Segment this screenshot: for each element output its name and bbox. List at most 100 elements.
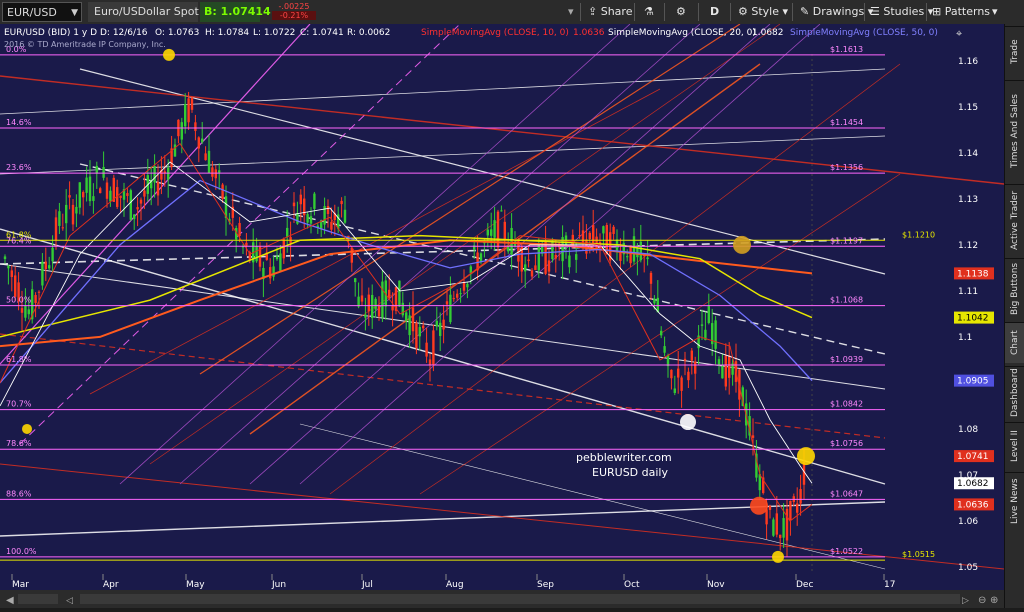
- candle-body: [660, 330, 663, 336]
- candle-body: [700, 324, 704, 326]
- scroll-forward-icon[interactable]: ▷: [962, 596, 969, 606]
- flask-icon[interactable]: ⚗: [644, 2, 654, 22]
- candle-body: [619, 252, 622, 261]
- candle-body: [367, 294, 370, 312]
- highlight-marker: [750, 496, 768, 515]
- sidebar-tab-dashboard[interactable]: Dashboard: [1005, 366, 1024, 419]
- sma-orange-line: [0, 239, 813, 348]
- candle-body: [578, 235, 581, 237]
- symbol-selector[interactable]: EUR/USD ▼: [2, 2, 82, 22]
- price-tag-label: 1.1042: [957, 314, 989, 324]
- candle-body: [360, 295, 364, 302]
- zoom-out-icon[interactable]: ⊖: [978, 595, 986, 606]
- x-tick-label: Aug: [446, 580, 464, 590]
- candle-body: [143, 190, 146, 197]
- candle-body: [663, 346, 666, 353]
- candle-body: [452, 298, 455, 300]
- candle-body: [459, 293, 462, 295]
- sidebar-tab-level-ii[interactable]: Level II: [1005, 422, 1024, 469]
- x-tick-label: Apr: [103, 580, 119, 590]
- price-tag-label: 1.0741: [957, 452, 989, 462]
- sidebar-tab-chart[interactable]: Chart: [1005, 322, 1024, 363]
- candle-body: [486, 229, 489, 236]
- candle-body: [530, 270, 534, 277]
- sidebar-tab-trade[interactable]: Trade: [1005, 26, 1024, 77]
- candle-body: [493, 220, 496, 238]
- chart-plot-area[interactable]: 0.0% $1.1613 14.6% $1.1454 23.6% $1.1356 61.8%…: [0, 23, 1005, 590]
- candle-body: [391, 305, 394, 311]
- candle-body: [180, 122, 183, 140]
- fib-pct-label: 23.6%: [6, 163, 32, 172]
- x-tick-label: Dec: [796, 580, 813, 590]
- candle-body: [95, 165, 98, 174]
- candle-body: [279, 253, 282, 272]
- x-tick-label: 17: [884, 580, 895, 590]
- style-icon: ⚙: [738, 5, 748, 18]
- y-tick-label: 1.05: [958, 563, 978, 573]
- candle-body: [105, 182, 109, 199]
- candle-body: [330, 221, 333, 230]
- candle-body: [14, 275, 17, 297]
- candle-body: [435, 320, 438, 327]
- candle-body: [503, 221, 506, 241]
- chevron-down-icon[interactable]: ▾: [992, 2, 998, 22]
- fib-value-label: $1.1068: [830, 296, 863, 305]
- highlight-marker: [680, 414, 696, 431]
- candle-body: [37, 291, 41, 293]
- candle-body: [41, 261, 44, 286]
- candle-body: [629, 245, 632, 264]
- axis-settings-icon[interactable]: ⌖: [956, 27, 962, 40]
- sidebar-tab-times-and-sales[interactable]: Times And Sales: [1005, 80, 1024, 181]
- bid-price: B: 1.07414: [200, 2, 271, 22]
- candle-body: [313, 193, 316, 209]
- top-toolbar: EUR/USD ▼ Euro/USDollar Spot B: 1.07414 …: [0, 0, 1024, 25]
- share-button[interactable]: ⇪ Share: [588, 2, 632, 22]
- trendline: [0, 68, 886, 115]
- ohlc-high: H: 1.0784: [205, 28, 249, 38]
- studies-label: Studies: [883, 5, 925, 18]
- patterns-button[interactable]: ⊞ Patterns: [932, 2, 990, 22]
- candle-body: [500, 210, 503, 212]
- copyright-text: 2016 © TD Ameritrade IP Company, Inc.: [4, 40, 166, 49]
- candle-body: [51, 247, 54, 262]
- scroll-track-segment[interactable]: [18, 594, 58, 604]
- candle-body: [537, 244, 540, 271]
- scrollbar-thumb[interactable]: [80, 594, 960, 604]
- sidebar-tab-active-trader[interactable]: Active Trader: [1005, 184, 1024, 255]
- candle-body: [775, 513, 778, 535]
- candle-body: [683, 358, 687, 361]
- candle-body: [799, 489, 802, 504]
- candle-body: [61, 227, 64, 229]
- candle-body: [408, 315, 411, 336]
- pencil-icon: ✎: [800, 5, 810, 18]
- candle-body: [432, 330, 435, 366]
- x-tick-label: Nov: [707, 580, 725, 590]
- fib-pct-label: 88.6%: [6, 489, 32, 498]
- gear-icon[interactable]: ⚙: [676, 2, 686, 22]
- zoom-in-icon[interactable]: ⊕: [990, 595, 998, 606]
- scroll-left-icon[interactable]: ◀: [6, 595, 14, 606]
- candle-body: [626, 256, 629, 258]
- style-button[interactable]: ⚙ Style ▾: [738, 2, 788, 22]
- candle-body: [58, 211, 61, 226]
- sidebar-tab-big-buttons[interactable]: Big Buttons: [1005, 258, 1024, 319]
- y-tick-label: 1.16: [958, 57, 978, 67]
- candle-body: [694, 361, 697, 374]
- scroll-back-icon[interactable]: ◁: [66, 596, 73, 606]
- studies-button[interactable]: ☰ Studies ▾: [870, 2, 933, 22]
- period-selector[interactable]: D: [710, 2, 719, 22]
- trendline: [0, 333, 886, 439]
- sidebar-tab-live-news[interactable]: Live News: [1005, 472, 1024, 529]
- candle-body: [133, 214, 136, 219]
- time-scrollbar[interactable]: ◀ ◁ ▷ ⊖ ⊕: [0, 590, 1004, 608]
- drawings-button[interactable]: ✎ Drawings ▾: [800, 2, 873, 22]
- candle-body: [779, 534, 782, 539]
- candle-body: [139, 199, 143, 204]
- chevron-down-icon: ▾: [782, 5, 789, 18]
- fib-value-label: $1.0842: [830, 400, 863, 409]
- chevron-down-icon[interactable]: ▾: [568, 2, 574, 22]
- studies-icon: ☰: [870, 5, 880, 18]
- candle-body: [197, 137, 200, 149]
- candle-body: [687, 371, 690, 381]
- candle-body: [167, 167, 170, 180]
